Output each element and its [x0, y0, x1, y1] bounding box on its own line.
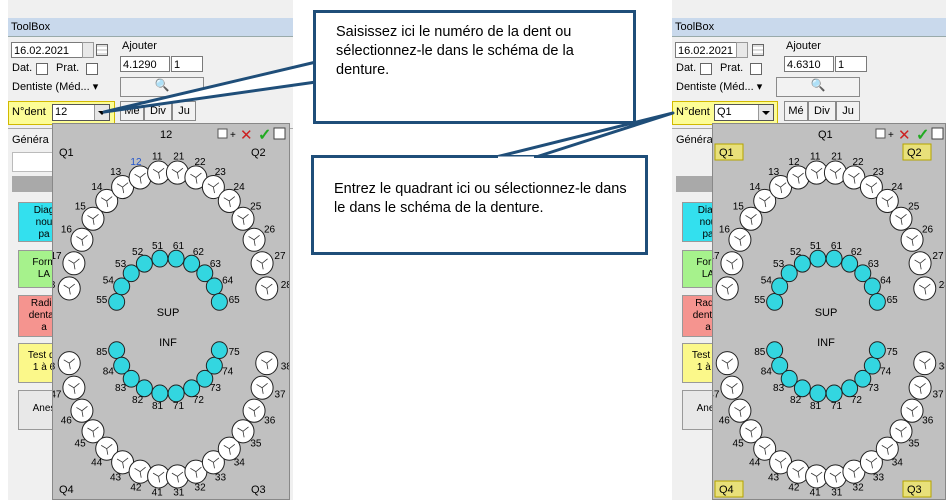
callout-pointer-cover: [316, 64, 534, 160]
